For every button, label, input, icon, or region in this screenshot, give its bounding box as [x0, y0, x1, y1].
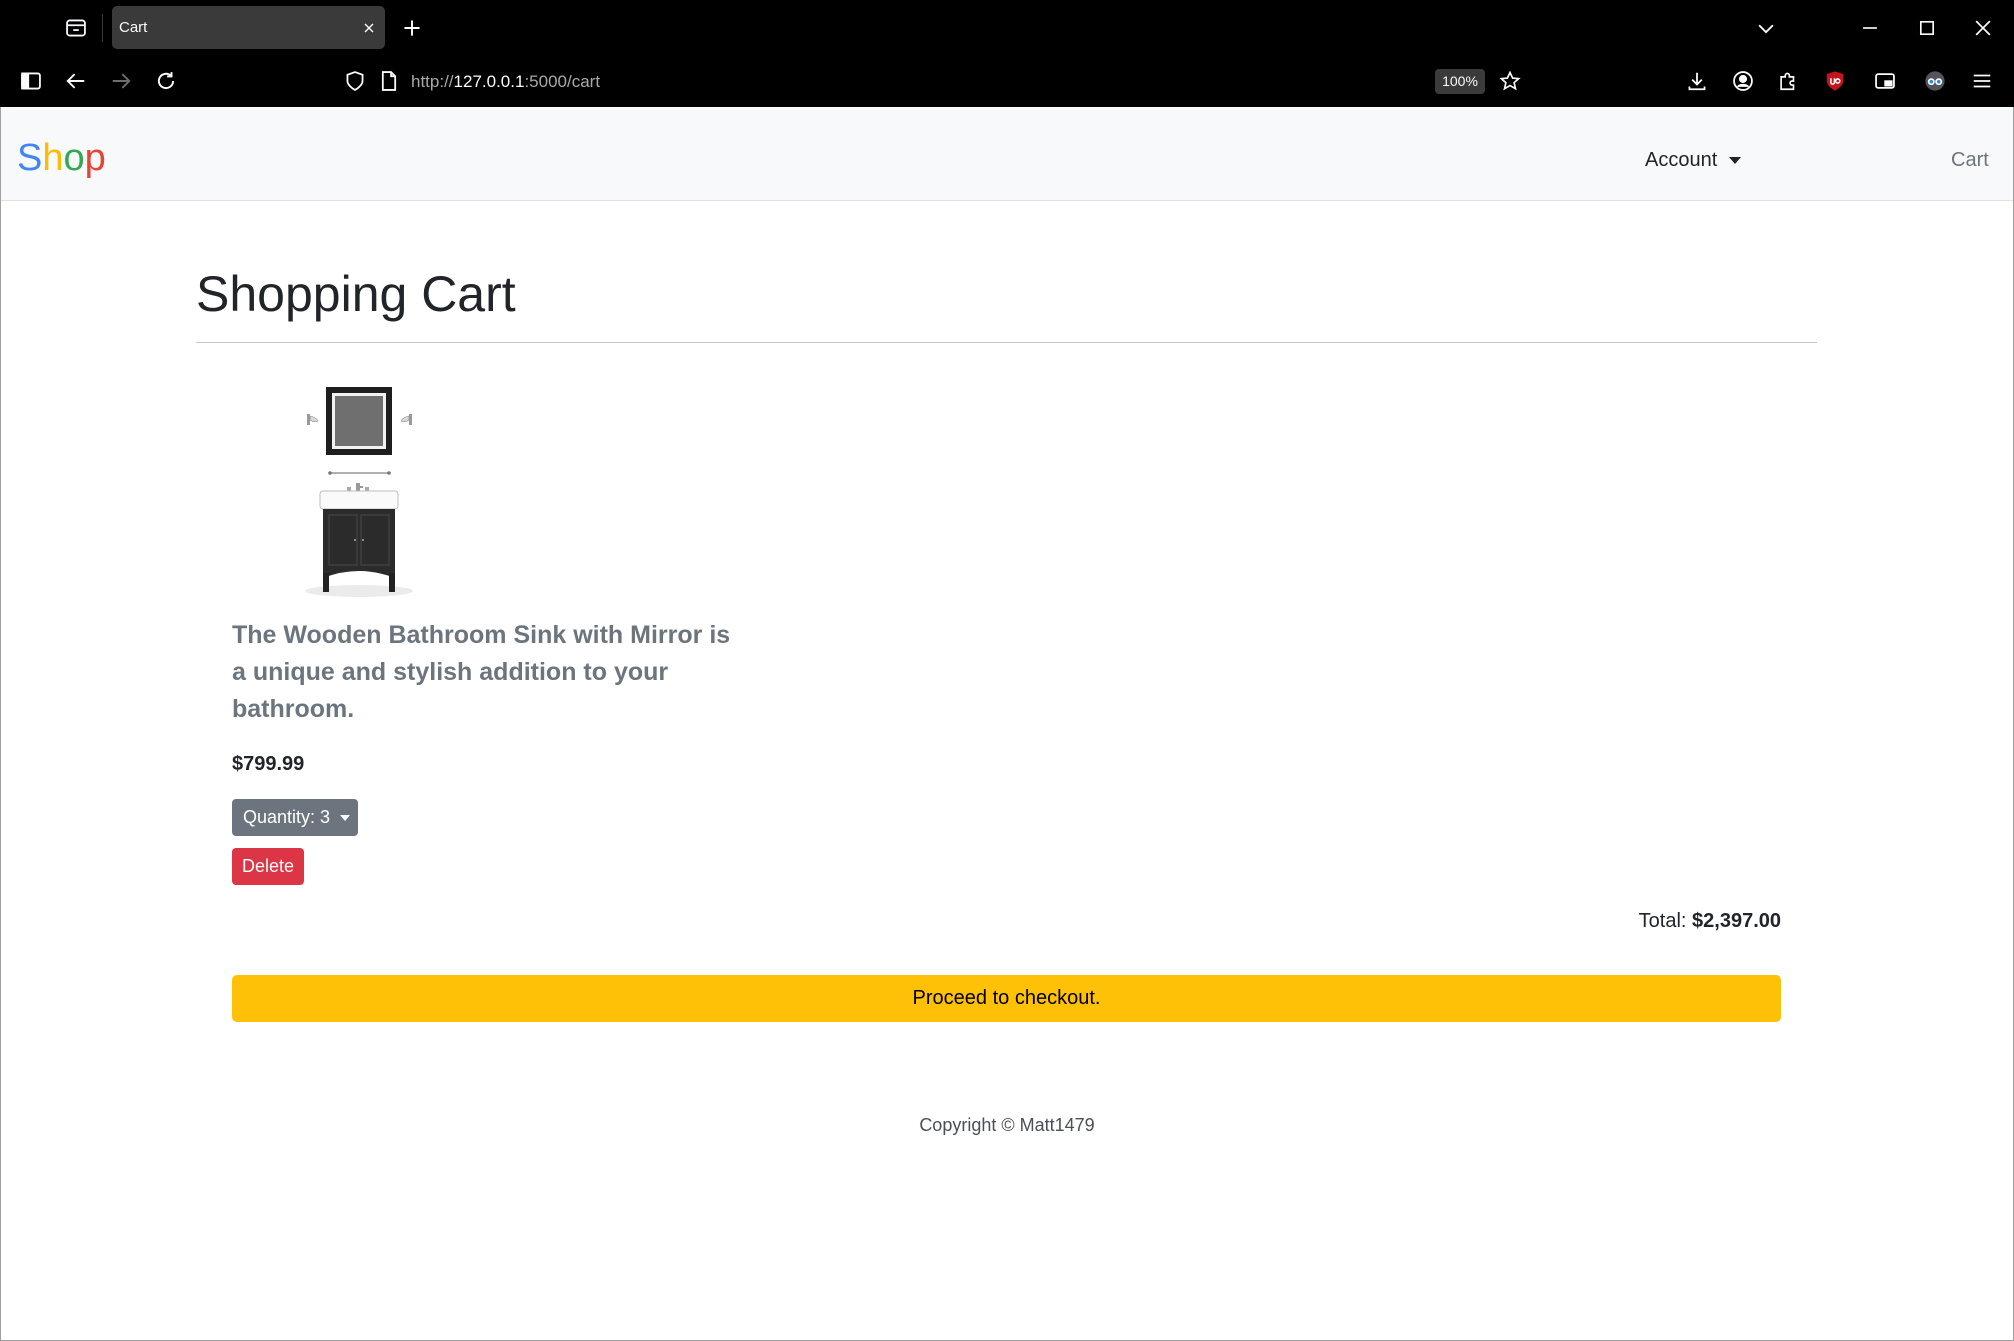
- right-sconce: [400, 414, 412, 425]
- chevron-down-icon[interactable]: [1749, 11, 1783, 45]
- minimize-icon[interactable]: [1853, 11, 1887, 45]
- maximize-icon[interactable]: [1910, 11, 1944, 45]
- brand-letter: o: [63, 137, 85, 179]
- brand-logo[interactable]: Shop: [17, 135, 106, 181]
- caret-down-icon: [1729, 156, 1742, 164]
- download-icon[interactable]: [1680, 64, 1714, 98]
- cart-link[interactable]: Cart: [1951, 145, 1989, 175]
- url-bar[interactable]: http://127.0.0.1:5000/cart: [411, 69, 600, 94]
- caret-down-icon: [340, 814, 351, 821]
- reload-icon[interactable]: [149, 64, 183, 98]
- delete-button[interactable]: Delete: [232, 848, 304, 885]
- url-path: :5000/cart: [524, 72, 601, 91]
- product-price: $799.99: [232, 753, 305, 775]
- account-icon[interactable]: [1726, 64, 1760, 98]
- browser-chrome: Cart http://127.0.0.1:5000/cart 100%: [0, 0, 2014, 107]
- zoom-level-badge[interactable]: 100%: [1435, 69, 1485, 94]
- cart-total: Total: $2,397.00: [1639, 907, 1781, 935]
- back-arrow-icon[interactable]: [59, 64, 93, 98]
- divider: [196, 342, 1817, 343]
- picture-in-picture-icon[interactable]: [1868, 64, 1902, 98]
- brand-letter: h: [42, 137, 64, 179]
- brand-letter: S: [17, 137, 43, 179]
- tab-separator: [102, 14, 103, 42]
- total-label: Total:: [1638, 910, 1687, 932]
- page-title: Shopping Cart: [196, 266, 516, 322]
- tab-title: Cart: [119, 19, 148, 36]
- account-dropdown[interactable]: Account: [1645, 145, 1742, 175]
- menu-icon[interactable]: [1965, 64, 1999, 98]
- tab-cart[interactable]: Cart: [112, 6, 385, 49]
- site-navbar: Shop Account Cart: [0, 107, 2014, 201]
- forward-arrow-icon[interactable]: [104, 64, 138, 98]
- product-description: The Wooden Bathroom Sink with Mirror is …: [232, 621, 731, 723]
- close-icon[interactable]: [352, 11, 386, 45]
- tab-list-icon[interactable]: [59, 11, 93, 45]
- checkout-button[interactable]: Proceed to checkout.: [232, 975, 1781, 1022]
- footer-copyright: Copyright © Matt1479: [919, 1115, 1095, 1135]
- account-label: Account: [1645, 149, 1718, 171]
- url-scheme: http://: [411, 72, 454, 91]
- brand-letter: p: [84, 137, 106, 179]
- left-sconce: [307, 414, 319, 425]
- star-icon[interactable]: [1493, 64, 1527, 98]
- extensions-icon[interactable]: [1771, 64, 1805, 98]
- sidebar-icon[interactable]: [14, 64, 48, 98]
- ublock-icon[interactable]: [1818, 64, 1852, 98]
- extension-icon[interactable]: [1918, 64, 1952, 98]
- total-value: $2,397.00: [1692, 910, 1781, 932]
- product-image: [305, 387, 413, 597]
- page-icon[interactable]: [372, 64, 406, 98]
- plus-icon[interactable]: [395, 11, 429, 45]
- quantity-label: Quantity: 3: [243, 807, 331, 827]
- quantity-dropdown-button[interactable]: Quantity: 3: [232, 799, 358, 836]
- url-host: 127.0.0.1: [453, 72, 525, 91]
- window-close-icon[interactable]: [1966, 11, 2000, 45]
- shield-icon[interactable]: [338, 64, 372, 98]
